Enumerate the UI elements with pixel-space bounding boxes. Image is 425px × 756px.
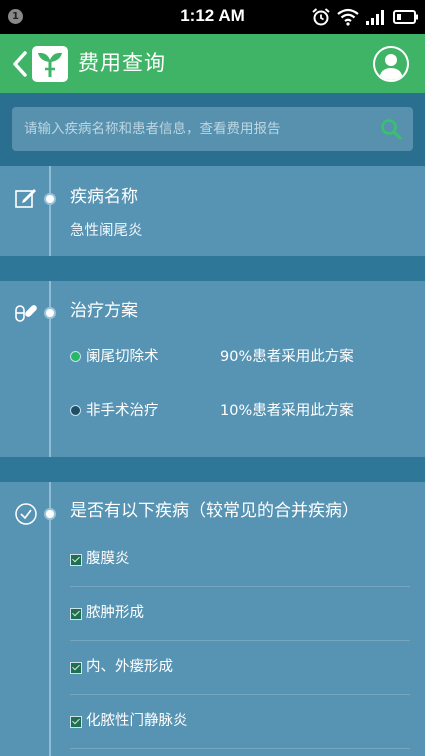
treatment-percent: 90%患者采用此方案	[220, 349, 354, 365]
signal-icon	[366, 10, 384, 25]
treatment-title: 治疗方案	[70, 301, 138, 321]
condition-label: 化脓性门静脉炎	[86, 713, 188, 729]
checkbox[interactable]	[70, 608, 82, 620]
treatment-percent: 10%患者采用此方案	[220, 403, 354, 419]
condition-label: 脓肿形成	[86, 605, 144, 621]
page-title: 费用查询	[78, 51, 166, 75]
search-input[interactable]: 请输入疾病名称和患者信息，查看费用报告	[12, 107, 413, 151]
radio-button[interactable]	[70, 405, 81, 416]
condition-label: 内、外瘘形成	[86, 659, 173, 675]
timeline-dot	[46, 510, 54, 518]
user-icon	[375, 48, 407, 80]
checkbox[interactable]	[70, 716, 82, 728]
app-logo	[32, 46, 68, 82]
search-section: 请输入疾病名称和患者信息，查看费用报告	[0, 93, 425, 166]
sprout-icon	[38, 52, 62, 77]
condition-item[interactable]: 腹膜炎	[70, 532, 410, 587]
disease-title: 疾病名称	[70, 187, 138, 207]
condition-item[interactable]: 脓肿形成	[70, 586, 410, 641]
section-divider	[0, 457, 425, 482]
status-icons	[311, 6, 419, 28]
user-profile-button[interactable]	[373, 46, 409, 82]
treatment-option[interactable]: 非手术治疗 10%患者采用此方案	[70, 400, 400, 424]
conditions-title: 是否有以下疾病（较常见的合并疾病）	[70, 501, 359, 521]
condition-item[interactable]: 内、外瘘形成	[70, 640, 410, 695]
app-bar: 费用查询	[0, 34, 425, 93]
status-bar: 1 1:12 AM	[0, 0, 425, 34]
search-placeholder: 请输入疾病名称和患者信息，查看费用报告	[24, 121, 281, 137]
section-divider	[0, 256, 425, 281]
radio-button[interactable]	[70, 351, 81, 362]
wifi-icon	[337, 8, 359, 26]
checkbox[interactable]	[70, 662, 82, 674]
pill-icon	[15, 305, 37, 322]
checkbox[interactable]	[70, 554, 82, 566]
battery-icon	[393, 10, 418, 24]
condition-label: 腹膜炎	[86, 551, 130, 567]
disease-value[interactable]: 急性阑尾炎	[70, 220, 143, 242]
treatment-option[interactable]: 阑尾切除术 90%患者采用此方案	[70, 346, 400, 370]
condition-item[interactable]: 化脓性门静脉炎	[70, 694, 410, 749]
check-circle-icon	[15, 503, 37, 525]
alarm-icon	[312, 8, 330, 26]
treatment-name: 阑尾切除术	[86, 349, 159, 365]
back-arrow-icon[interactable]	[10, 50, 30, 78]
search-icon[interactable]	[379, 117, 403, 141]
treatment-name: 非手术治疗	[86, 403, 159, 419]
timeline-dot	[46, 195, 54, 203]
timeline-dot	[46, 309, 54, 317]
edit-icon	[15, 189, 36, 208]
